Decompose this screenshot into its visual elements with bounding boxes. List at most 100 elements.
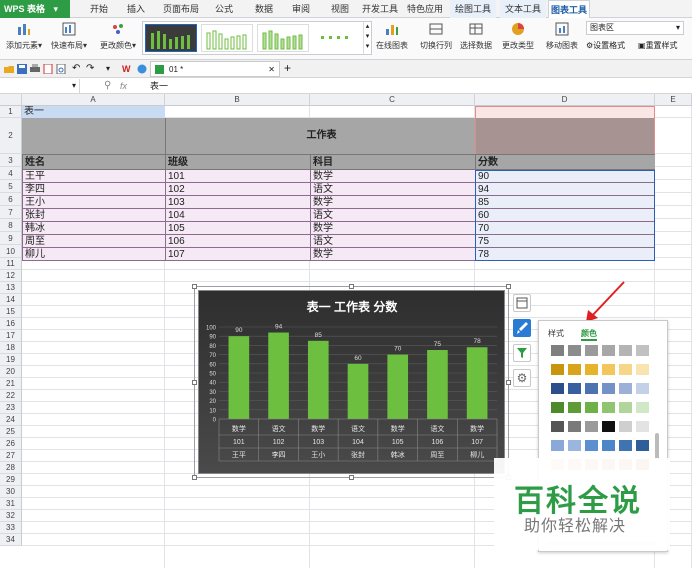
cell-a1[interactable]: 表一	[22, 106, 165, 118]
color-swatch[interactable]	[585, 345, 598, 356]
row-header-32[interactable]: 32	[0, 510, 22, 522]
table-cell[interactable]: 王平	[22, 170, 165, 183]
row-header-21[interactable]: 21	[0, 378, 22, 390]
table-cell[interactable]: 韩冰	[22, 222, 165, 235]
undo-icon[interactable]: ↶	[72, 64, 82, 74]
column-header-C[interactable]: C	[310, 94, 475, 106]
color-swatch[interactable]	[619, 364, 632, 375]
cloud-icon[interactable]	[137, 64, 147, 74]
change-color-button[interactable]: 更改颜色▾	[98, 21, 138, 59]
tab-10[interactable]: 绘图工具	[450, 0, 496, 18]
chevron-down-icon[interactable]: ▾	[106, 64, 116, 74]
color-swatch[interactable]	[602, 421, 615, 432]
tab-style[interactable]: 样式	[548, 328, 564, 339]
chart-settings-button[interactable]: ⚙	[513, 369, 531, 387]
table-cell[interactable]: 柳儿	[22, 248, 165, 261]
switch-rowcol-button[interactable]: 切换行列	[416, 21, 456, 59]
table-cell[interactable]: 105	[165, 222, 310, 235]
bar[interactable]	[268, 332, 289, 419]
color-swatch[interactable]	[568, 421, 581, 432]
color-swatch[interactable]	[619, 345, 632, 356]
color-swatch[interactable]	[636, 402, 649, 413]
table-cell[interactable]: 语文	[310, 209, 475, 222]
row-header-10[interactable]: 10	[0, 245, 22, 258]
row-header-16[interactable]: 16	[0, 318, 22, 330]
header-cell[interactable]: 分数	[475, 154, 655, 170]
row-header-33[interactable]: 33	[0, 522, 22, 534]
table-cell[interactable]: 107	[165, 248, 310, 261]
chart-style-2[interactable]	[201, 24, 253, 52]
row-header-18[interactable]: 18	[0, 342, 22, 354]
table-cell[interactable]: 周至	[22, 235, 165, 248]
row-header-30[interactable]: 30	[0, 486, 22, 498]
color-swatch[interactable]	[619, 383, 632, 394]
new-tab-button[interactable]: +	[284, 61, 291, 75]
color-swatch[interactable]	[585, 364, 598, 375]
row-header-34[interactable]: 34	[0, 534, 22, 546]
color-swatch[interactable]	[568, 440, 581, 451]
fx-button[interactable]: fx	[120, 79, 127, 93]
table-cell[interactable]: 101	[165, 170, 310, 183]
chart-style-button[interactable]	[513, 319, 531, 337]
row-header-5[interactable]: 5	[0, 180, 22, 193]
color-swatch[interactable]	[636, 383, 649, 394]
table-cell[interactable]: 数学	[310, 170, 475, 183]
bar[interactable]	[228, 336, 250, 419]
document-tab[interactable]: 01 * ✕	[150, 61, 280, 77]
column-header-D[interactable]: D	[475, 94, 655, 106]
color-swatch[interactable]	[585, 421, 598, 432]
row-header-1[interactable]: 1	[0, 106, 22, 118]
row-header-22[interactable]: 22	[0, 390, 22, 402]
tab-6[interactable]: 审阅	[284, 0, 318, 18]
color-swatch[interactable]	[636, 345, 649, 356]
chart-title[interactable]: 表一 工作表 分数	[306, 299, 399, 314]
panel-scrollbar[interactable]	[655, 433, 659, 461]
select-all-corner[interactable]	[0, 94, 22, 106]
color-swatch[interactable]	[568, 402, 581, 413]
change-type-button[interactable]: 更改类型	[498, 21, 538, 59]
tab-12[interactable]: 图表工具	[548, 0, 590, 19]
row-header-2[interactable]: 2	[0, 118, 22, 154]
color-swatch[interactable]	[636, 364, 649, 375]
move-chart-button[interactable]: 移动图表	[542, 21, 582, 59]
table-cell[interactable]: 数学	[310, 196, 475, 209]
table-cell[interactable]: 104	[165, 209, 310, 222]
sheet-title[interactable]: 工作表	[165, 118, 475, 154]
tab-color[interactable]: 颜色	[581, 328, 597, 341]
row-header-11[interactable]: 11	[0, 258, 22, 270]
column-header-A[interactable]: A	[22, 94, 165, 106]
header-cell[interactable]: 科目	[310, 154, 475, 170]
name-box[interactable]: ▾	[0, 79, 80, 93]
color-swatch[interactable]	[585, 402, 598, 413]
redo-icon[interactable]: ↷	[86, 64, 96, 74]
quick-layout-button[interactable]: 快速布局▾	[48, 21, 90, 59]
row-header-19[interactable]: 19	[0, 354, 22, 366]
save-icon[interactable]	[17, 64, 27, 74]
row-header-7[interactable]: 7	[0, 206, 22, 219]
table-cell[interactable]: 王小	[22, 196, 165, 209]
column-header-B[interactable]: B	[165, 94, 310, 106]
export-pdf-icon[interactable]	[43, 64, 53, 74]
color-swatch[interactable]	[602, 440, 615, 451]
color-swatch[interactable]	[551, 421, 564, 432]
zoom-icon[interactable]: ⚲	[104, 79, 111, 93]
color-swatch[interactable]	[551, 345, 564, 356]
row-header-17[interactable]: 17	[0, 330, 22, 342]
color-swatch[interactable]	[551, 364, 564, 375]
row-header-27[interactable]: 27	[0, 450, 22, 462]
color-swatch[interactable]	[568, 364, 581, 375]
color-swatch[interactable]	[619, 402, 632, 413]
formula-input[interactable]: 表一	[150, 79, 168, 93]
bar[interactable]	[307, 340, 329, 419]
gallery-scroll[interactable]: ▴ ▾ ▾	[363, 22, 371, 54]
color-swatch[interactable]	[602, 383, 615, 394]
tab-4[interactable]: 公式	[206, 0, 242, 18]
tab-11[interactable]: 文本工具	[500, 0, 546, 18]
bar[interactable]	[466, 347, 488, 419]
bar[interactable]	[347, 363, 369, 419]
row-header-29[interactable]: 29	[0, 474, 22, 486]
header-cell[interactable]: 姓名	[22, 154, 165, 170]
online-chart-button[interactable]: 在线图表	[374, 21, 410, 59]
table-cell[interactable]: 语文	[310, 235, 475, 248]
row-header-12[interactable]: 12	[0, 270, 22, 282]
